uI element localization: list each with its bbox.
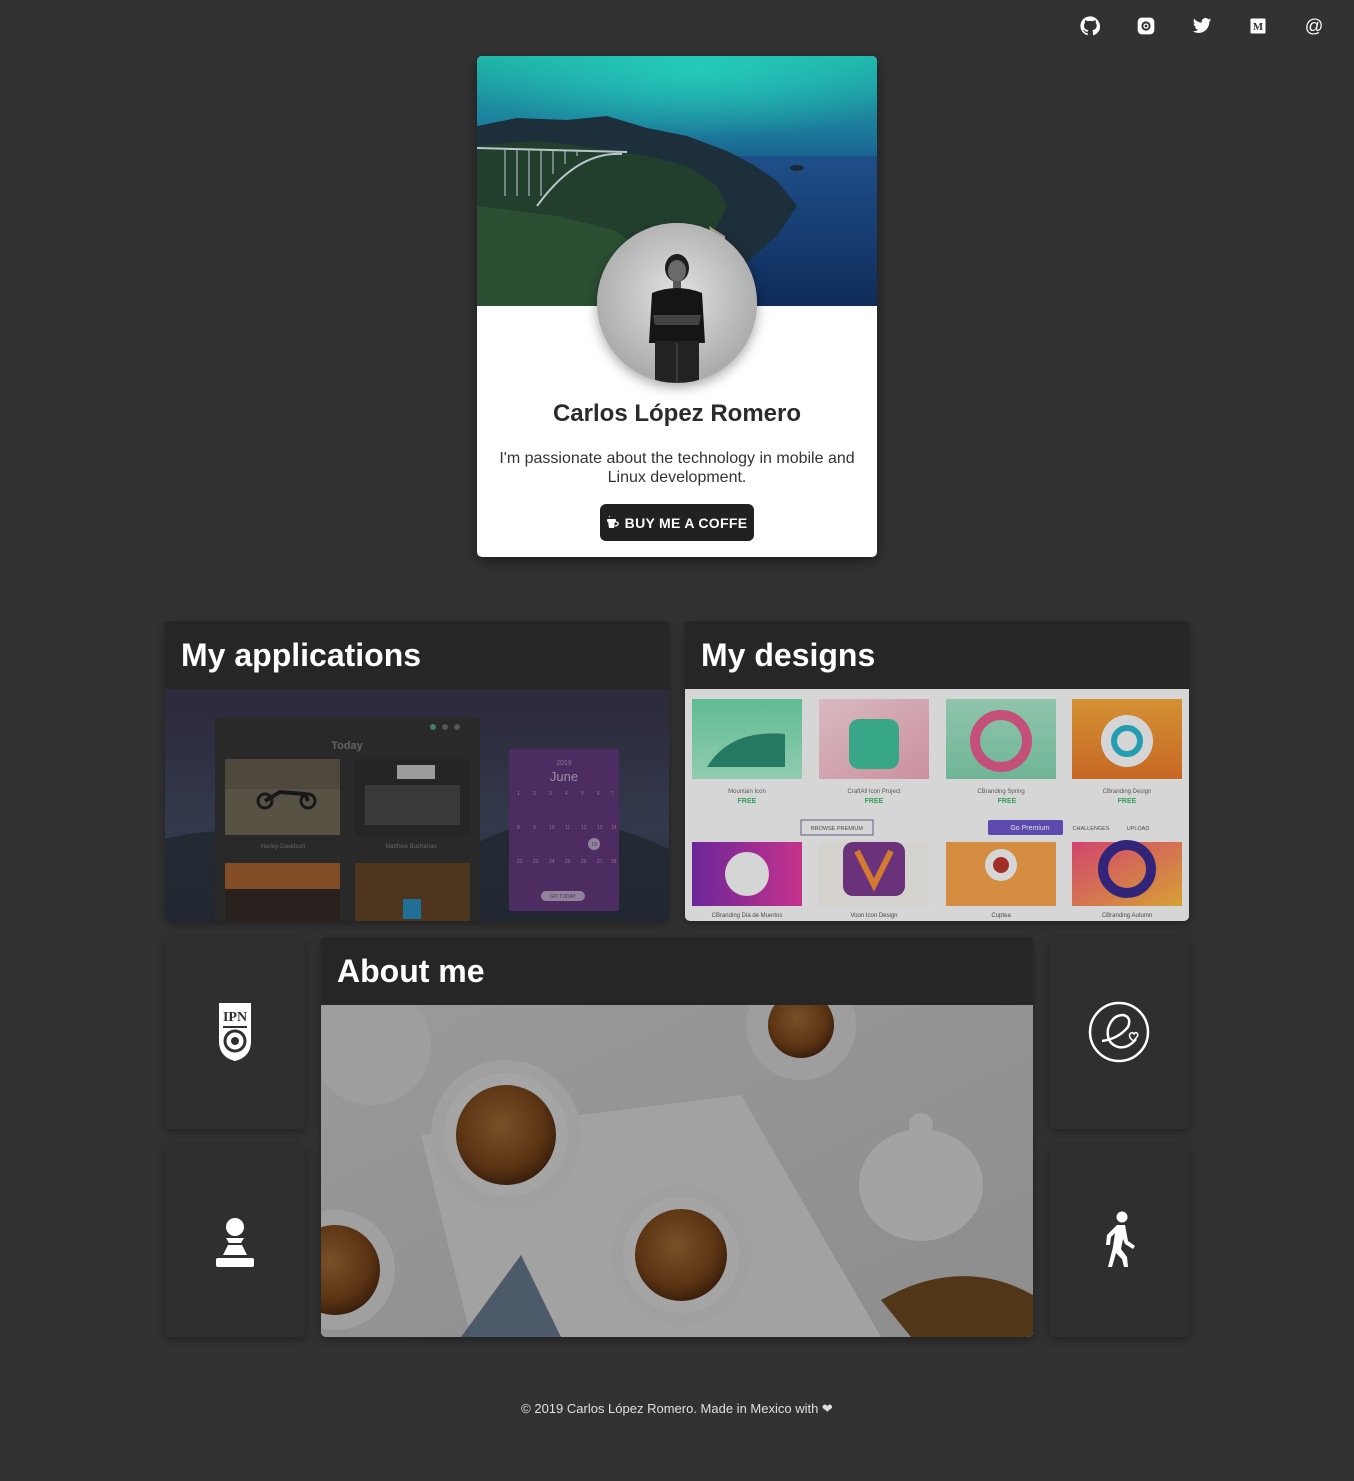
- chess-pawn-icon: [216, 1218, 254, 1267]
- footer: © 2019 Carlos López Romero. Made in Mexi…: [521, 1401, 833, 1416]
- twitter-icon: [1192, 18, 1212, 33]
- walking-tile[interactable]: [1049, 1145, 1189, 1337]
- profile-name: Carlos López Romero: [552, 400, 802, 427]
- dribbble-link[interactable]: [1134, 14, 1158, 38]
- walking-person-icon: [1106, 1211, 1135, 1267]
- ipn-logo-icon: IPN: [219, 1003, 251, 1061]
- about-title: About me: [321, 937, 1033, 1005]
- svg-text:IPN: IPN: [223, 1010, 247, 1025]
- svg-text:@: @: [1305, 16, 1324, 36]
- dribbble-icon: [1137, 17, 1155, 35]
- designs-preview: Mountain Icon CraftAll Icon Project CBra…: [685, 689, 1189, 921]
- svg-text:M: M: [1253, 21, 1263, 33]
- applications-preview: Today Harley-Davidson Matthew Buchanan 2…: [165, 689, 669, 921]
- designs-tile[interactable]: My designs Mountain Icon CraftAll Icon P…: [685, 621, 1189, 921]
- medium-icon: M: [1250, 18, 1266, 34]
- profile-card: Carlos López Romero I'm passionate about…: [477, 56, 877, 557]
- profile-bio: I'm passionate about the technology in m…: [499, 450, 855, 486]
- medium-link[interactable]: M: [1246, 14, 1270, 38]
- chess-tile[interactable]: [165, 1145, 305, 1337]
- email-icon: @: [1305, 16, 1324, 36]
- elementary-os-icon: [1088, 1001, 1150, 1063]
- social-links: M @: [1078, 14, 1326, 38]
- avatar: [597, 223, 757, 383]
- about-tile[interactable]: About me: [321, 937, 1033, 1337]
- ipn-tile[interactable]: IPN: [165, 937, 305, 1129]
- twitter-link[interactable]: [1190, 14, 1214, 38]
- github-link[interactable]: [1078, 14, 1102, 38]
- applications-tile[interactable]: My applications Today Harley-Davidson Ma…: [165, 621, 669, 921]
- elementary-tile[interactable]: [1049, 937, 1189, 1129]
- buy-coffee-button[interactable]: BUY ME A COFFE: [600, 504, 754, 541]
- coffee-cup-icon: [606, 516, 619, 528]
- about-image: [321, 1005, 1033, 1337]
- github-icon: [1080, 16, 1100, 36]
- buy-coffee-label: BUY ME A COFFE: [624, 514, 748, 531]
- applications-title: My applications: [165, 621, 669, 689]
- designs-title: My designs: [685, 621, 1189, 689]
- email-link[interactable]: @: [1302, 14, 1326, 38]
